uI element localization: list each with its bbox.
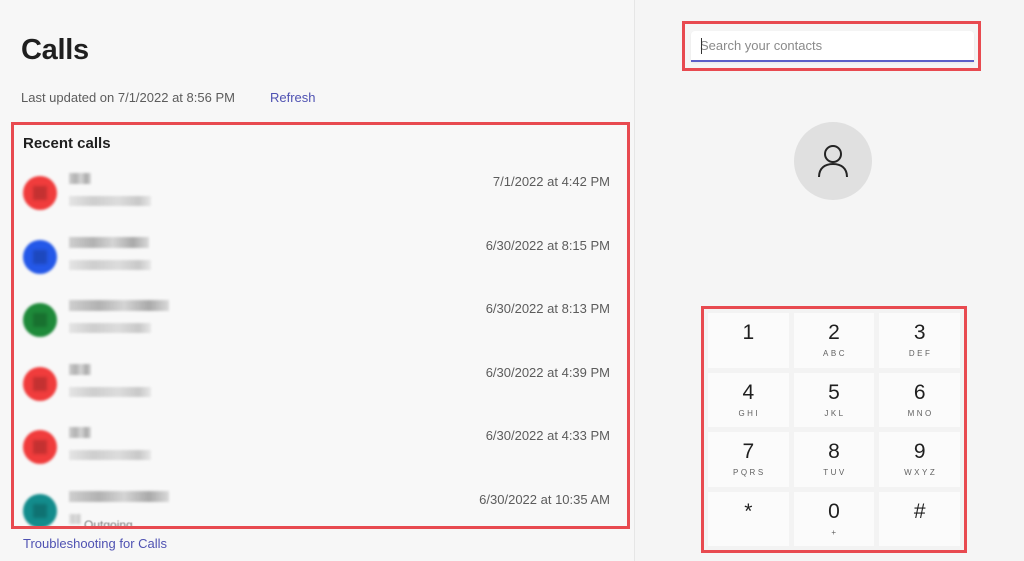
dialpad-key[interactable]: 6 MNO [879,372,960,427]
key-letters: + [831,527,839,537]
call-row[interactable]: 6/30/2022 at 8:15 PM [14,230,627,294]
caller-avatar [23,239,57,274]
call-row[interactable]: Outgoing 6/30/2022 at 10:35 AM [14,484,627,529]
key-digit: 1 [742,321,755,344]
dialpad-key[interactable]: 2 ABC [793,313,875,368]
call-subtitle-redacted [69,450,151,460]
dialpad-key[interactable]: 4 GHI [708,372,789,427]
key-digit: 5 [828,380,840,404]
text-caret [701,38,702,54]
call-timestamp: 6/30/2022 at 4:33 PM [485,428,610,443]
caller-name-redacted [69,427,91,438]
dialpad-key[interactable]: 7 PQRS [708,432,789,487]
call-subtitle-redacted [69,259,151,270]
caller-name-redacted [69,236,149,248]
call-subtitle-redacted [69,386,151,397]
caller-name-redacted [69,490,169,502]
dialpad-key[interactable]: 3 DEF [879,313,960,368]
dialpad-key[interactable]: * [708,491,789,546]
call-subtitle: Outgoing [84,517,133,529]
calls-app: Calls Last updated on 7/1/2022 at 8:56 P… [0,0,1024,561]
person-icon [818,145,848,178]
call-timestamp: 6/30/2022 at 8:13 PM [485,301,610,316]
key-digit: # [913,499,926,523]
search-contacts-input[interactable] [691,31,974,62]
dialpad-key[interactable]: 5 JKL [793,372,875,427]
refresh-link[interactable]: Refresh [270,90,316,105]
last-updated-text: Last updated on 7/1/2022 at 8:56 PM [21,90,235,105]
recent-calls-heading: Recent calls [23,135,111,152]
call-timestamp: 7/1/2022 at 4:42 PM [492,174,610,189]
dialpad-key[interactable]: 0 + [793,491,875,546]
call-row[interactable]: 6/30/2022 at 4:39 PM [14,357,627,421]
caller-name-redacted [69,300,169,311]
dialpad: 1 2 ABC 3 DEF 4 GHI 5 JKL 6 MNO 7 PQRS 8 TUV 9 WXYZ * 0 + # [708,313,960,546]
key-letters: ABC [823,349,847,358]
caller-avatar [23,366,57,401]
call-direction-icon [69,513,81,524]
key-digit: * [744,499,753,523]
key-digit: 3 [913,321,926,344]
caller-avatar [23,303,57,337]
call-row[interactable]: 6/30/2022 at 4:33 PM [14,420,627,484]
key-digit: 6 [913,380,926,404]
key-letters: PQRS [732,468,766,477]
key-letters: TUV [823,468,847,477]
dialer-panel: 12ABC3DEF4GHI5JKL6MNO7PQRS8TUV9WXYZ*0+# [635,0,1024,561]
call-subtitle-redacted [69,323,151,333]
call-timestamp: 6/30/2022 at 10:35 AM [479,491,610,507]
dialpad-key[interactable]: 8 TUV [793,432,875,487]
key-digit: 2 [828,321,840,344]
troubleshooting-link[interactable]: Troubleshooting for Calls [23,536,167,551]
dialpad-key[interactable]: 9 WXYZ [879,432,960,487]
dialpad-key[interactable]: 1 [708,313,789,368]
caller-name-redacted [69,363,91,375]
contact-avatar [794,122,872,200]
call-timestamp: 6/30/2022 at 8:15 PM [485,237,610,253]
key-letters: GHI [738,408,761,418]
key-digit: 9 [913,440,926,463]
dialpad-key[interactable]: # [879,491,960,546]
caller-avatar [23,493,57,526]
call-timestamp: 6/30/2022 at 4:39 PM [485,364,610,380]
call-row[interactable]: 6/30/2022 at 8:13 PM [14,293,627,357]
caller-name-redacted [69,173,91,184]
key-digit: 8 [828,440,840,463]
key-letters: JKL [824,408,846,418]
recent-calls-list[interactable]: 7/1/2022 at 4:42 PM 6/30/2022 at 8:15 PM 6… [14,166,627,529]
key-letters: MNO [907,408,934,418]
key-letters: DEF [908,349,933,358]
caller-avatar [23,176,57,210]
page-title: Calls [21,34,89,66]
calls-panel: Calls Last updated on 7/1/2022 at 8:56 P… [0,0,634,561]
key-digit: 0 [828,499,840,523]
key-digit: 7 [742,440,755,463]
caller-avatar [23,430,57,464]
call-subtitle-redacted [69,196,151,206]
recent-calls-section: Recent calls 7/1/2022 at 4:42 PM 6/30/202… [11,122,630,529]
call-row[interactable]: 7/1/2022 at 4:42 PM [14,166,627,230]
key-letters: WXYZ [904,468,938,477]
key-digit: 4 [742,380,755,404]
